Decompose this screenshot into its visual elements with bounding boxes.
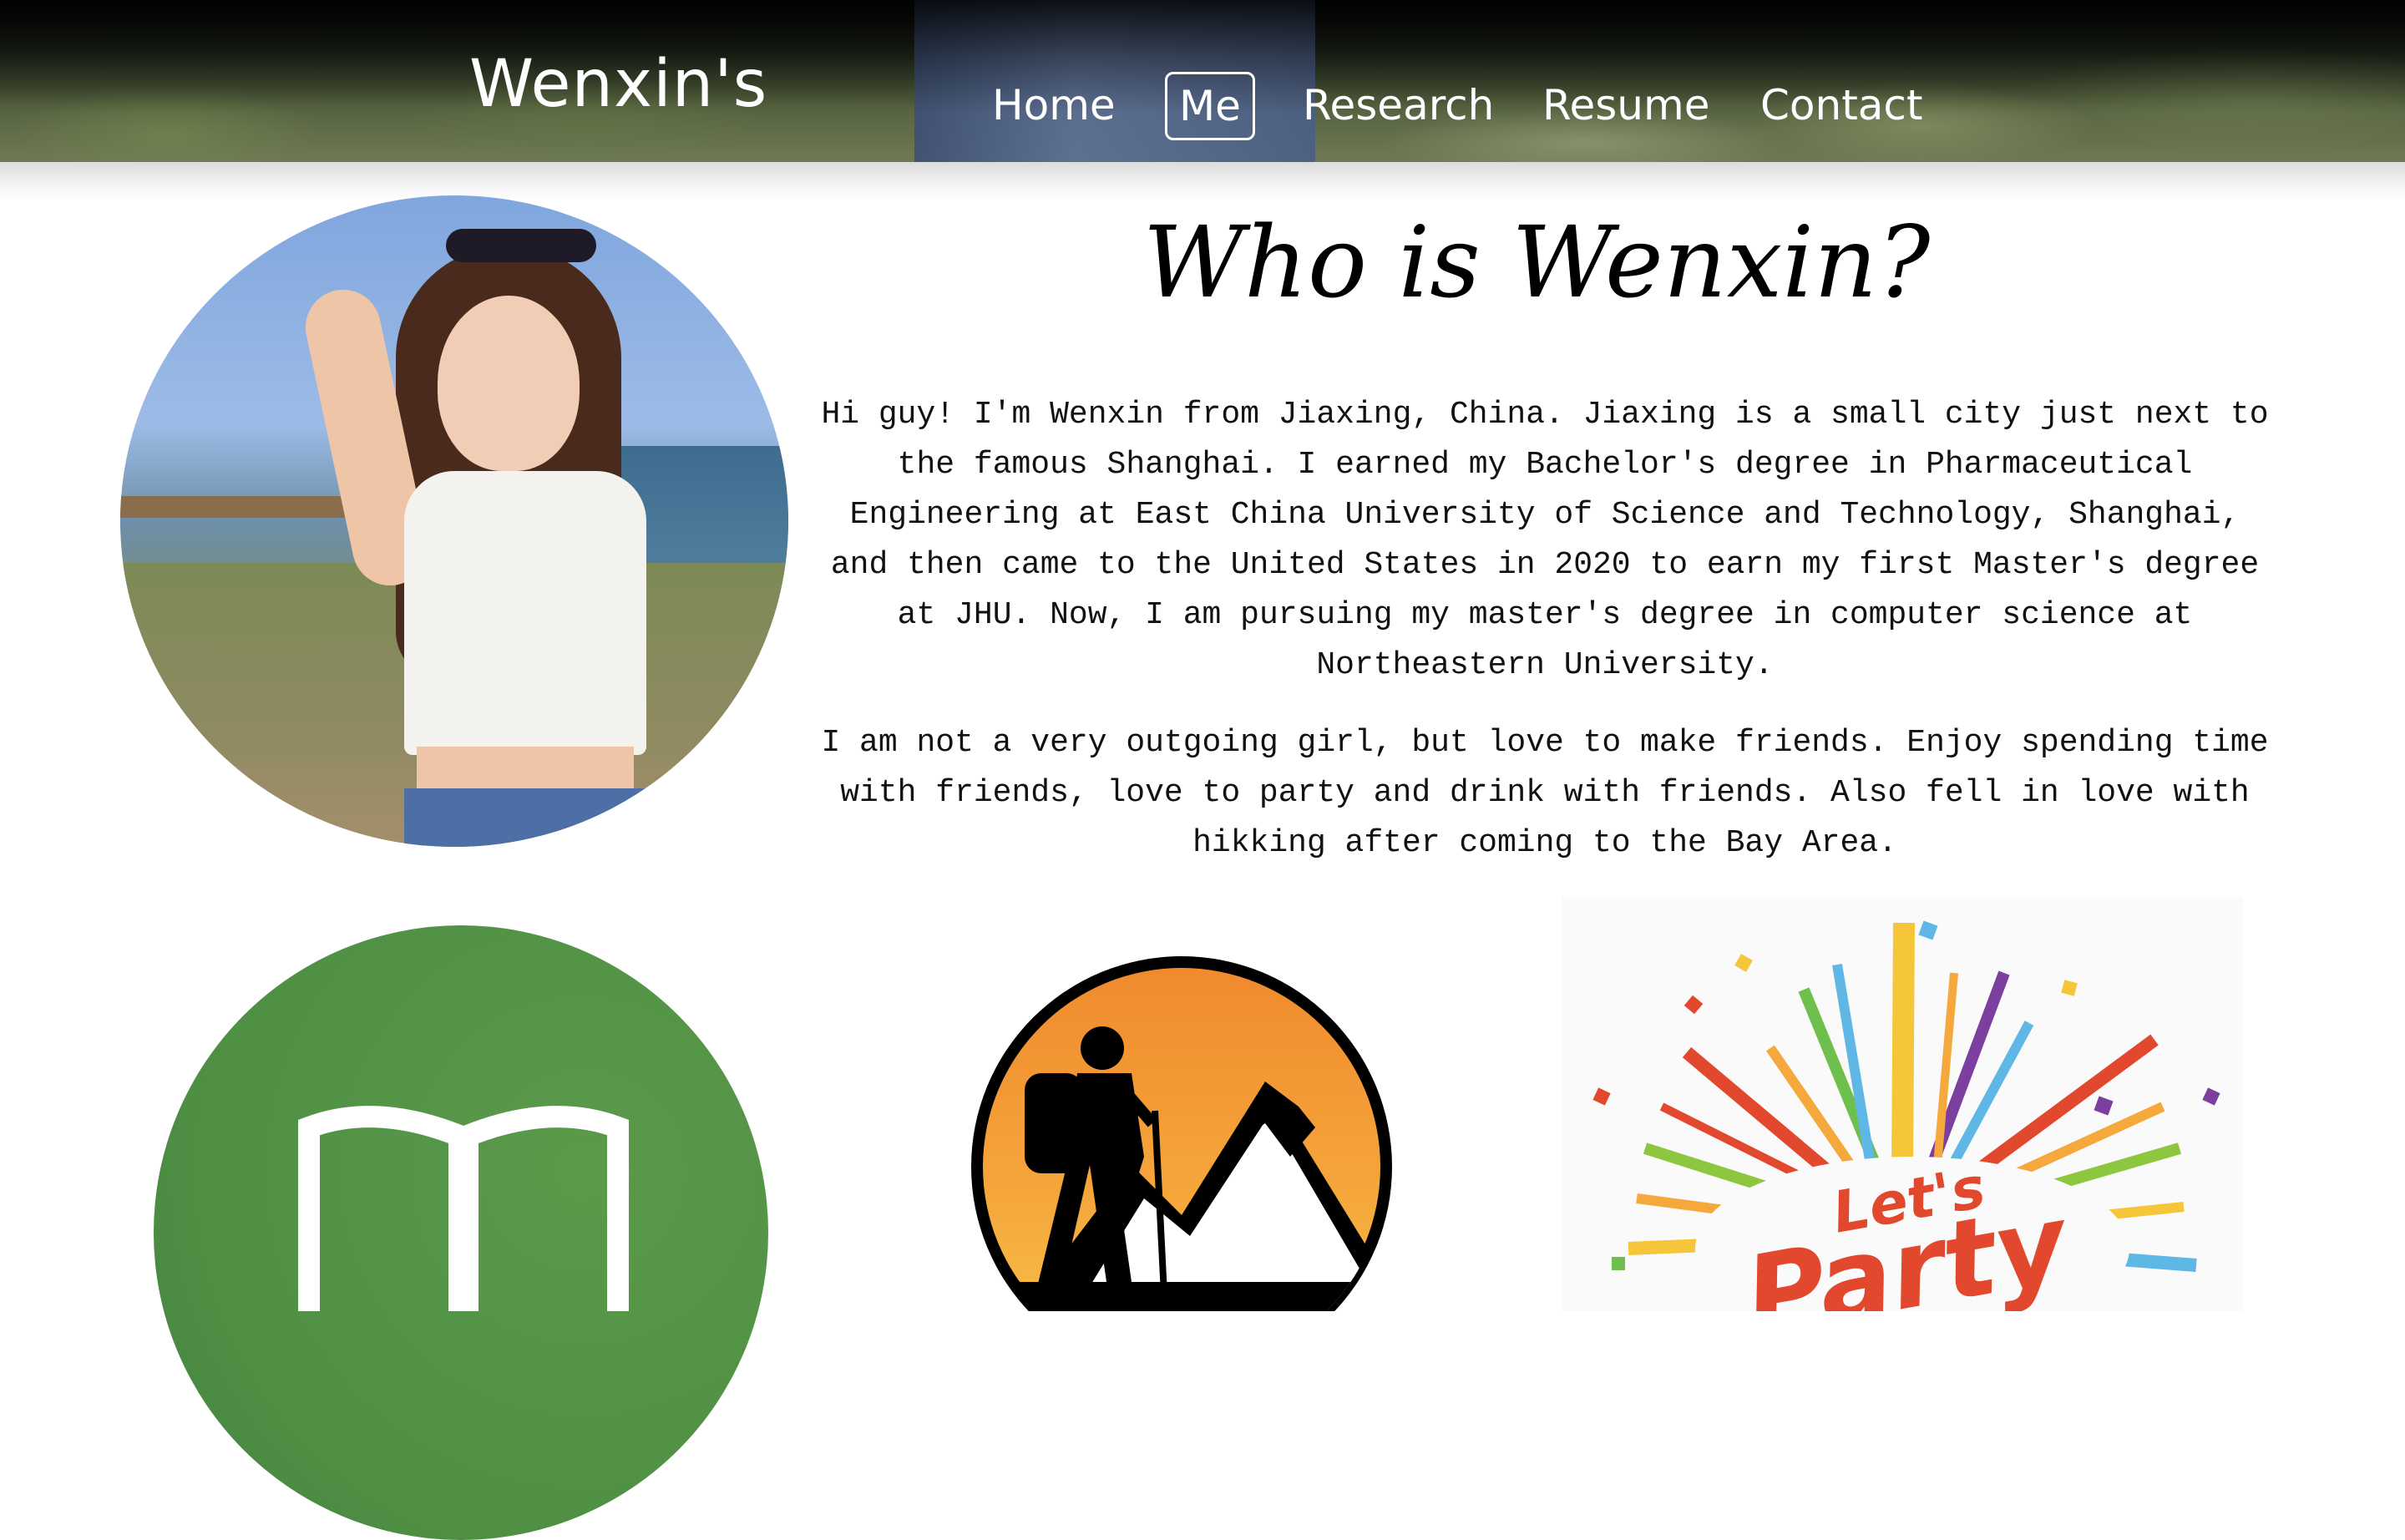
open-book-icon <box>298 1106 629 1311</box>
personality-paragraph: I am not a very outgoing girl, but love … <box>821 725 2269 861</box>
nav-resume[interactable]: Resume <box>1542 73 1709 137</box>
hiker-mountain-icon <box>971 956 1392 1311</box>
site-header: Wenxin's Home Me Research Resume Contact <box>0 0 2405 162</box>
page-title: Who is Wenxin? <box>1142 205 1931 320</box>
profile-photo <box>120 195 788 847</box>
header-shadow <box>0 162 2405 200</box>
nav-home[interactable]: Home <box>992 73 1116 137</box>
site-brand[interactable]: Wenxin's <box>469 52 767 117</box>
nav-me[interactable]: Me <box>1165 72 1255 140</box>
lets-party-icon: Let's Party <box>1592 920 2220 1311</box>
intro-paragraph: Hi guy! I'm Wenxin from Jiaxing, China. … <box>821 397 2269 683</box>
nav-contact[interactable]: Contact <box>1760 73 1923 137</box>
nav-research[interactable]: Research <box>1303 73 1494 137</box>
